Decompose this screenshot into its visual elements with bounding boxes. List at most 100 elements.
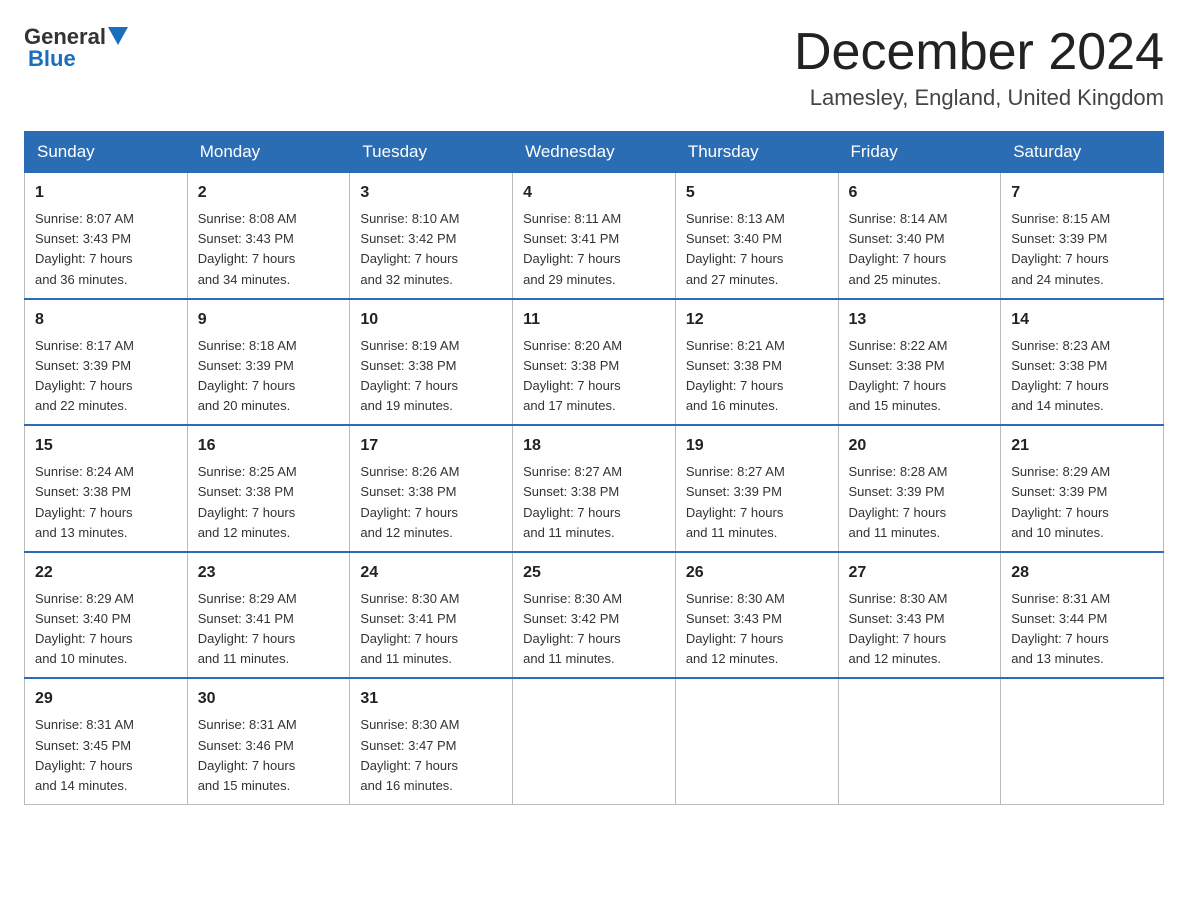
calendar-day-cell: 31 Sunrise: 8:30 AMSunset: 3:47 PMDaylig… bbox=[350, 678, 513, 804]
calendar-day-cell: 6 Sunrise: 8:14 AMSunset: 3:40 PMDayligh… bbox=[838, 173, 1001, 299]
day-info: Sunrise: 8:19 AMSunset: 3:38 PMDaylight:… bbox=[360, 338, 459, 413]
day-info: Sunrise: 8:27 AMSunset: 3:39 PMDaylight:… bbox=[686, 464, 785, 539]
day-number: 9 bbox=[198, 308, 340, 332]
calendar-day-cell bbox=[513, 678, 676, 804]
day-info: Sunrise: 8:31 AMSunset: 3:44 PMDaylight:… bbox=[1011, 591, 1110, 666]
day-number: 22 bbox=[35, 561, 177, 585]
day-info: Sunrise: 8:23 AMSunset: 3:38 PMDaylight:… bbox=[1011, 338, 1110, 413]
day-info: Sunrise: 8:31 AMSunset: 3:45 PMDaylight:… bbox=[35, 717, 134, 792]
calendar-day-cell bbox=[675, 678, 838, 804]
page-header: General Blue December 2024 Lamesley, Eng… bbox=[24, 24, 1164, 111]
day-info: Sunrise: 8:27 AMSunset: 3:38 PMDaylight:… bbox=[523, 464, 622, 539]
day-number: 29 bbox=[35, 687, 177, 711]
calendar-day-cell: 23 Sunrise: 8:29 AMSunset: 3:41 PMDaylig… bbox=[187, 552, 350, 679]
calendar-day-cell: 1 Sunrise: 8:07 AMSunset: 3:43 PMDayligh… bbox=[25, 173, 188, 299]
calendar-week-row: 8 Sunrise: 8:17 AMSunset: 3:39 PMDayligh… bbox=[25, 299, 1164, 426]
day-info: Sunrise: 8:29 AMSunset: 3:41 PMDaylight:… bbox=[198, 591, 297, 666]
calendar-day-cell: 12 Sunrise: 8:21 AMSunset: 3:38 PMDaylig… bbox=[675, 299, 838, 426]
day-number: 5 bbox=[686, 181, 828, 205]
location: Lamesley, England, United Kingdom bbox=[794, 85, 1164, 111]
calendar-day-cell: 2 Sunrise: 8:08 AMSunset: 3:43 PMDayligh… bbox=[187, 173, 350, 299]
day-number: 4 bbox=[523, 181, 665, 205]
calendar-day-cell: 19 Sunrise: 8:27 AMSunset: 3:39 PMDaylig… bbox=[675, 425, 838, 552]
weekday-header-row: SundayMondayTuesdayWednesdayThursdayFrid… bbox=[25, 132, 1164, 173]
day-number: 14 bbox=[1011, 308, 1153, 332]
day-info: Sunrise: 8:30 AMSunset: 3:43 PMDaylight:… bbox=[849, 591, 948, 666]
calendar-day-cell: 29 Sunrise: 8:31 AMSunset: 3:45 PMDaylig… bbox=[25, 678, 188, 804]
calendar-day-cell: 7 Sunrise: 8:15 AMSunset: 3:39 PMDayligh… bbox=[1001, 173, 1164, 299]
day-info: Sunrise: 8:26 AMSunset: 3:38 PMDaylight:… bbox=[360, 464, 459, 539]
calendar-day-cell: 17 Sunrise: 8:26 AMSunset: 3:38 PMDaylig… bbox=[350, 425, 513, 552]
calendar-day-cell: 30 Sunrise: 8:31 AMSunset: 3:46 PMDaylig… bbox=[187, 678, 350, 804]
calendar-day-cell: 8 Sunrise: 8:17 AMSunset: 3:39 PMDayligh… bbox=[25, 299, 188, 426]
day-info: Sunrise: 8:20 AMSunset: 3:38 PMDaylight:… bbox=[523, 338, 622, 413]
day-number: 15 bbox=[35, 434, 177, 458]
day-info: Sunrise: 8:21 AMSunset: 3:38 PMDaylight:… bbox=[686, 338, 785, 413]
day-number: 26 bbox=[686, 561, 828, 585]
day-info: Sunrise: 8:30 AMSunset: 3:47 PMDaylight:… bbox=[360, 717, 459, 792]
weekday-header-friday: Friday bbox=[838, 132, 1001, 173]
logo-arrow-icon bbox=[108, 27, 128, 45]
day-number: 3 bbox=[360, 181, 502, 205]
calendar-day-cell: 26 Sunrise: 8:30 AMSunset: 3:43 PMDaylig… bbox=[675, 552, 838, 679]
day-info: Sunrise: 8:31 AMSunset: 3:46 PMDaylight:… bbox=[198, 717, 297, 792]
calendar-week-row: 29 Sunrise: 8:31 AMSunset: 3:45 PMDaylig… bbox=[25, 678, 1164, 804]
day-info: Sunrise: 8:07 AMSunset: 3:43 PMDaylight:… bbox=[35, 211, 134, 286]
day-info: Sunrise: 8:30 AMSunset: 3:43 PMDaylight:… bbox=[686, 591, 785, 666]
day-number: 19 bbox=[686, 434, 828, 458]
day-info: Sunrise: 8:24 AMSunset: 3:38 PMDaylight:… bbox=[35, 464, 134, 539]
calendar-day-cell: 21 Sunrise: 8:29 AMSunset: 3:39 PMDaylig… bbox=[1001, 425, 1164, 552]
calendar-week-row: 22 Sunrise: 8:29 AMSunset: 3:40 PMDaylig… bbox=[25, 552, 1164, 679]
calendar-day-cell: 4 Sunrise: 8:11 AMSunset: 3:41 PMDayligh… bbox=[513, 173, 676, 299]
weekday-header-thursday: Thursday bbox=[675, 132, 838, 173]
day-info: Sunrise: 8:30 AMSunset: 3:42 PMDaylight:… bbox=[523, 591, 622, 666]
calendar-day-cell: 11 Sunrise: 8:20 AMSunset: 3:38 PMDaylig… bbox=[513, 299, 676, 426]
day-info: Sunrise: 8:28 AMSunset: 3:39 PMDaylight:… bbox=[849, 464, 948, 539]
day-info: Sunrise: 8:13 AMSunset: 3:40 PMDaylight:… bbox=[686, 211, 785, 286]
weekday-header-monday: Monday bbox=[187, 132, 350, 173]
calendar-day-cell bbox=[1001, 678, 1164, 804]
calendar-day-cell: 16 Sunrise: 8:25 AMSunset: 3:38 PMDaylig… bbox=[187, 425, 350, 552]
day-info: Sunrise: 8:30 AMSunset: 3:41 PMDaylight:… bbox=[360, 591, 459, 666]
day-info: Sunrise: 8:18 AMSunset: 3:39 PMDaylight:… bbox=[198, 338, 297, 413]
calendar-week-row: 1 Sunrise: 8:07 AMSunset: 3:43 PMDayligh… bbox=[25, 173, 1164, 299]
day-number: 24 bbox=[360, 561, 502, 585]
calendar-day-cell: 10 Sunrise: 8:19 AMSunset: 3:38 PMDaylig… bbox=[350, 299, 513, 426]
day-info: Sunrise: 8:29 AMSunset: 3:40 PMDaylight:… bbox=[35, 591, 134, 666]
calendar-day-cell: 3 Sunrise: 8:10 AMSunset: 3:42 PMDayligh… bbox=[350, 173, 513, 299]
day-number: 16 bbox=[198, 434, 340, 458]
month-title: December 2024 bbox=[794, 24, 1164, 81]
calendar-table: SundayMondayTuesdayWednesdayThursdayFrid… bbox=[24, 131, 1164, 805]
day-info: Sunrise: 8:25 AMSunset: 3:38 PMDaylight:… bbox=[198, 464, 297, 539]
calendar-day-cell: 5 Sunrise: 8:13 AMSunset: 3:40 PMDayligh… bbox=[675, 173, 838, 299]
day-number: 2 bbox=[198, 181, 340, 205]
day-number: 23 bbox=[198, 561, 340, 585]
day-info: Sunrise: 8:08 AMSunset: 3:43 PMDaylight:… bbox=[198, 211, 297, 286]
day-number: 17 bbox=[360, 434, 502, 458]
day-number: 30 bbox=[198, 687, 340, 711]
weekday-header-tuesday: Tuesday bbox=[350, 132, 513, 173]
day-number: 6 bbox=[849, 181, 991, 205]
logo-area: General Blue bbox=[24, 24, 128, 72]
weekday-header-sunday: Sunday bbox=[25, 132, 188, 173]
day-info: Sunrise: 8:11 AMSunset: 3:41 PMDaylight:… bbox=[523, 211, 621, 286]
day-number: 27 bbox=[849, 561, 991, 585]
day-number: 8 bbox=[35, 308, 177, 332]
day-info: Sunrise: 8:22 AMSunset: 3:38 PMDaylight:… bbox=[849, 338, 948, 413]
day-number: 20 bbox=[849, 434, 991, 458]
day-number: 25 bbox=[523, 561, 665, 585]
day-number: 28 bbox=[1011, 561, 1153, 585]
calendar-day-cell: 22 Sunrise: 8:29 AMSunset: 3:40 PMDaylig… bbox=[25, 552, 188, 679]
day-info: Sunrise: 8:15 AMSunset: 3:39 PMDaylight:… bbox=[1011, 211, 1110, 286]
day-info: Sunrise: 8:29 AMSunset: 3:39 PMDaylight:… bbox=[1011, 464, 1110, 539]
calendar-week-row: 15 Sunrise: 8:24 AMSunset: 3:38 PMDaylig… bbox=[25, 425, 1164, 552]
calendar-day-cell: 15 Sunrise: 8:24 AMSunset: 3:38 PMDaylig… bbox=[25, 425, 188, 552]
calendar-day-cell: 24 Sunrise: 8:30 AMSunset: 3:41 PMDaylig… bbox=[350, 552, 513, 679]
day-number: 11 bbox=[523, 308, 665, 332]
calendar-day-cell: 9 Sunrise: 8:18 AMSunset: 3:39 PMDayligh… bbox=[187, 299, 350, 426]
day-info: Sunrise: 8:10 AMSunset: 3:42 PMDaylight:… bbox=[360, 211, 459, 286]
calendar-day-cell: 28 Sunrise: 8:31 AMSunset: 3:44 PMDaylig… bbox=[1001, 552, 1164, 679]
day-number: 31 bbox=[360, 687, 502, 711]
day-number: 12 bbox=[686, 308, 828, 332]
day-number: 1 bbox=[35, 181, 177, 205]
